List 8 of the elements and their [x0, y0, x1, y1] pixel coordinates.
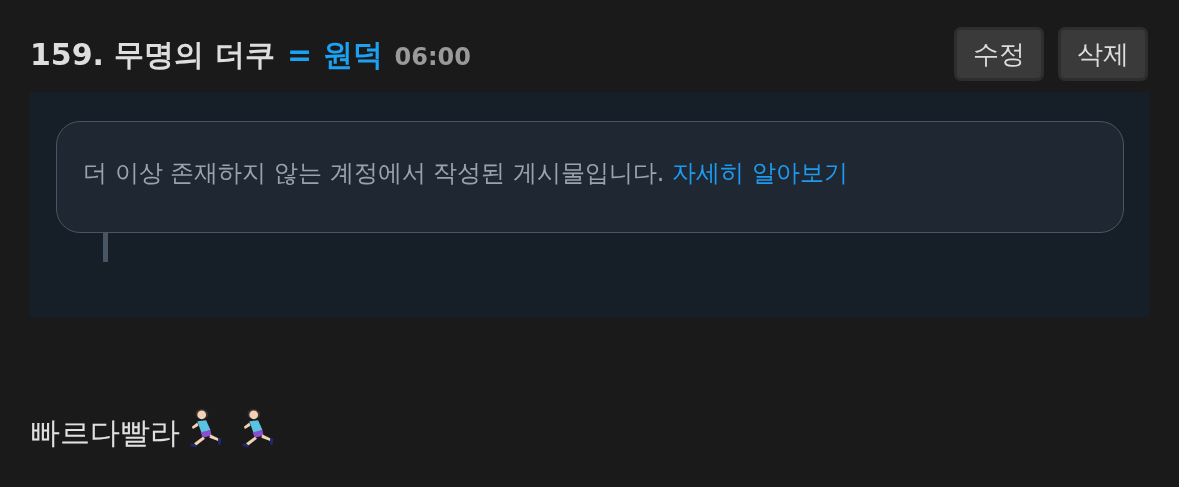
post-tag: = 원덕	[286, 31, 383, 77]
learn-more-link[interactable]: 자세히 알아보기	[672, 159, 848, 187]
post-title: 159. 무명의 더쿠	[30, 35, 275, 74]
notice-text: 더 이상 존재하지 않는 계정에서 작성된 게시물입니다. 자세히 알아보기	[83, 158, 848, 189]
delete-button[interactable]: 삭제	[1058, 27, 1148, 81]
post-time: 06:00	[394, 41, 471, 73]
post-body: 빠르다빨라	[30, 414, 180, 452]
edit-button[interactable]: 수정	[954, 27, 1044, 81]
